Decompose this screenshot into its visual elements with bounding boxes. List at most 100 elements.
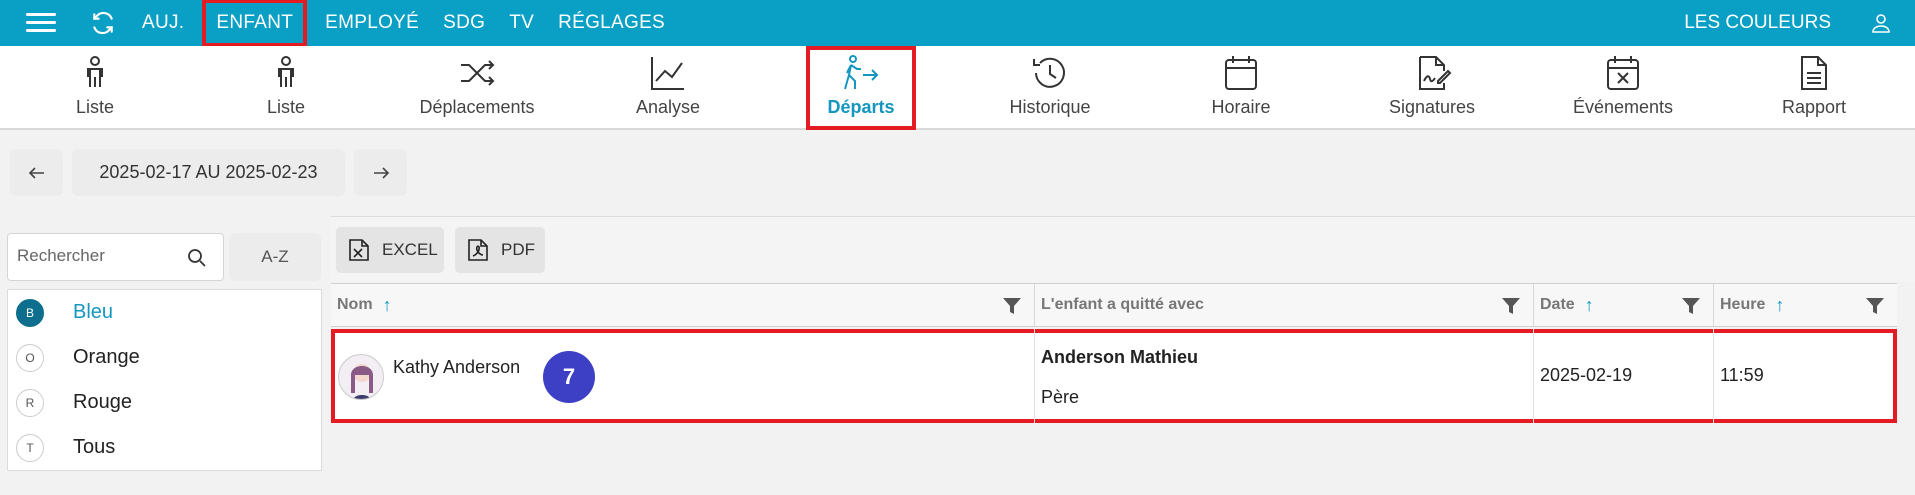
subnav-label: Signatures	[1388, 97, 1476, 117]
group-list: B Bleu O Orange R Rouge T Tous	[7, 289, 322, 471]
excel-file-icon	[349, 239, 369, 261]
subnav-label: Événements	[1572, 97, 1674, 117]
subnav-signatures[interactable]: Signatures	[1347, 46, 1517, 130]
sort-asc-icon[interactable]: ↑	[1585, 295, 1594, 316]
nav-tv[interactable]: TV	[497, 4, 546, 42]
cell-date: 2025-02-19	[1534, 329, 1714, 423]
daycare-name[interactable]: LES COULEURS	[1684, 0, 1831, 46]
subnav-evenements[interactable]: Événements	[1538, 46, 1708, 130]
avatar	[338, 354, 384, 400]
next-week-button[interactable]	[354, 149, 407, 196]
subnav-liste-1[interactable]: Liste	[10, 46, 180, 130]
excel-export-button[interactable]: EXCEL	[336, 227, 444, 273]
subnav-label: Liste	[75, 97, 115, 117]
table-header: Nom ↑ L'enfant a quitté avec Date ↑ Heure ↑	[331, 283, 1897, 327]
filter-icon[interactable]	[1501, 296, 1521, 316]
filter-icon[interactable]	[1865, 296, 1885, 316]
subnav-rapport[interactable]: Rapport	[1729, 46, 1899, 130]
group-letter: R	[16, 388, 44, 417]
subnav-liste-2[interactable]: Liste	[201, 46, 371, 130]
column-header-nom[interactable]: Nom ↑	[331, 284, 1035, 326]
pdf-label: PDF	[501, 240, 535, 259]
history-icon	[1033, 57, 1065, 88]
sort-az-button[interactable]: A-Z	[229, 233, 321, 281]
table-row[interactable]: Kathy Anderson 7 Anderson Mathieu Père 2…	[331, 329, 1897, 423]
calendar-icon	[1225, 56, 1257, 90]
arrow-right-icon	[373, 166, 389, 179]
user-icon[interactable]	[1869, 11, 1893, 35]
person-icon	[87, 56, 103, 87]
main-nav: AUJ. ENFANT EMPLOYÉ SDG TV RÉGLAGES	[130, 0, 677, 47]
top-bar: AUJ. ENFANT EMPLOYÉ SDG TV RÉGLAGES LES …	[0, 0, 1915, 47]
search-icon[interactable]	[187, 248, 207, 268]
column-header-date[interactable]: Date ↑	[1534, 284, 1714, 326]
column-title: Nom	[337, 296, 373, 313]
nav-reglages[interactable]: RÉGLAGES	[546, 4, 677, 42]
document-icon	[1801, 56, 1827, 90]
group-letter: B	[16, 298, 44, 327]
column-header-quitte-avec[interactable]: L'enfant a quitté avec	[1035, 284, 1534, 326]
subnav-label: Rapport	[1781, 97, 1847, 117]
line-chart-icon	[651, 57, 684, 90]
group-name: Orange	[73, 346, 140, 368]
step-badge: 7	[543, 351, 595, 403]
parent-relation: Père	[1041, 387, 1080, 407]
pdf-export-button[interactable]: PDF	[455, 227, 545, 273]
menu-icon[interactable]	[26, 13, 56, 33]
prev-week-button[interactable]	[10, 149, 63, 196]
signature-icon	[1419, 56, 1452, 90]
nav-today[interactable]: AUJ.	[130, 4, 196, 42]
subnav-departs[interactable]: Départs	[806, 46, 916, 130]
cell-child: Kathy Anderson 7	[331, 329, 1035, 423]
sub-nav: Liste Liste Déplacements Analyse Départs…	[0, 46, 1915, 130]
search-input[interactable]	[17, 246, 177, 266]
departure-time: 11:59	[1720, 365, 1764, 385]
date-range-label[interactable]: 2025-02-17 AU 2025-02-23	[72, 149, 345, 196]
column-title: L'enfant a quitté avec	[1041, 296, 1204, 313]
group-item-orange[interactable]: O Orange	[8, 335, 323, 380]
departure-date: 2025-02-19	[1540, 365, 1633, 385]
subnav-deplacements[interactable]: Déplacements	[392, 46, 562, 130]
group-item-tous[interactable]: T Tous	[8, 425, 323, 470]
refresh-icon[interactable]	[90, 10, 116, 36]
subnav-label: Horaire	[1211, 97, 1271, 117]
nav-employe[interactable]: EMPLOYÉ	[313, 4, 431, 42]
filter-icon[interactable]	[1681, 296, 1701, 316]
group-item-bleu[interactable]: B Bleu	[8, 290, 323, 335]
column-title: Heure	[1720, 296, 1766, 313]
subnav-label: Départs	[827, 97, 895, 117]
search-field	[7, 233, 224, 281]
person-icon	[278, 56, 294, 87]
sort-asc-icon[interactable]: ↑	[383, 295, 392, 316]
excel-label: EXCEL	[382, 240, 438, 259]
cell-time: 11:59	[1714, 329, 1897, 423]
subnav-analyse[interactable]: Analyse	[583, 46, 753, 130]
parent-name: Anderson Mathieu	[1041, 347, 1199, 367]
arrow-left-icon	[28, 166, 44, 179]
walking-exit-icon	[844, 55, 879, 90]
calendar-x-icon	[1607, 56, 1639, 90]
cell-picked-up-by: Anderson Mathieu Père	[1035, 329, 1534, 423]
group-item-rouge[interactable]: R Rouge	[8, 380, 323, 425]
subnav-label: Liste	[266, 97, 306, 117]
subnav-label: Historique	[1009, 97, 1091, 117]
export-toolbar: EXCEL PDF	[331, 216, 1915, 282]
group-letter: T	[16, 433, 44, 462]
column-title: Date	[1540, 296, 1575, 313]
subnav-label: Analyse	[635, 97, 701, 117]
sort-asc-icon[interactable]: ↑	[1775, 295, 1784, 316]
group-name: Tous	[73, 436, 116, 458]
pdf-file-icon	[468, 239, 488, 261]
subnav-historique[interactable]: Historique	[965, 46, 1135, 130]
subnav-horaire[interactable]: Horaire	[1156, 46, 1326, 130]
subnav-label: Déplacements	[419, 97, 535, 117]
group-letter: O	[16, 343, 44, 372]
filter-icon[interactable]	[1002, 296, 1022, 316]
shuffle-icon	[461, 60, 495, 86]
child-name[interactable]: Kathy Anderson	[393, 357, 520, 378]
column-header-heure[interactable]: Heure ↑	[1714, 284, 1897, 326]
group-name: Bleu	[73, 301, 114, 323]
nav-enfant[interactable]: ENFANT	[202, 0, 308, 47]
group-name: Rouge	[73, 391, 132, 413]
nav-sdg[interactable]: SDG	[431, 4, 497, 42]
